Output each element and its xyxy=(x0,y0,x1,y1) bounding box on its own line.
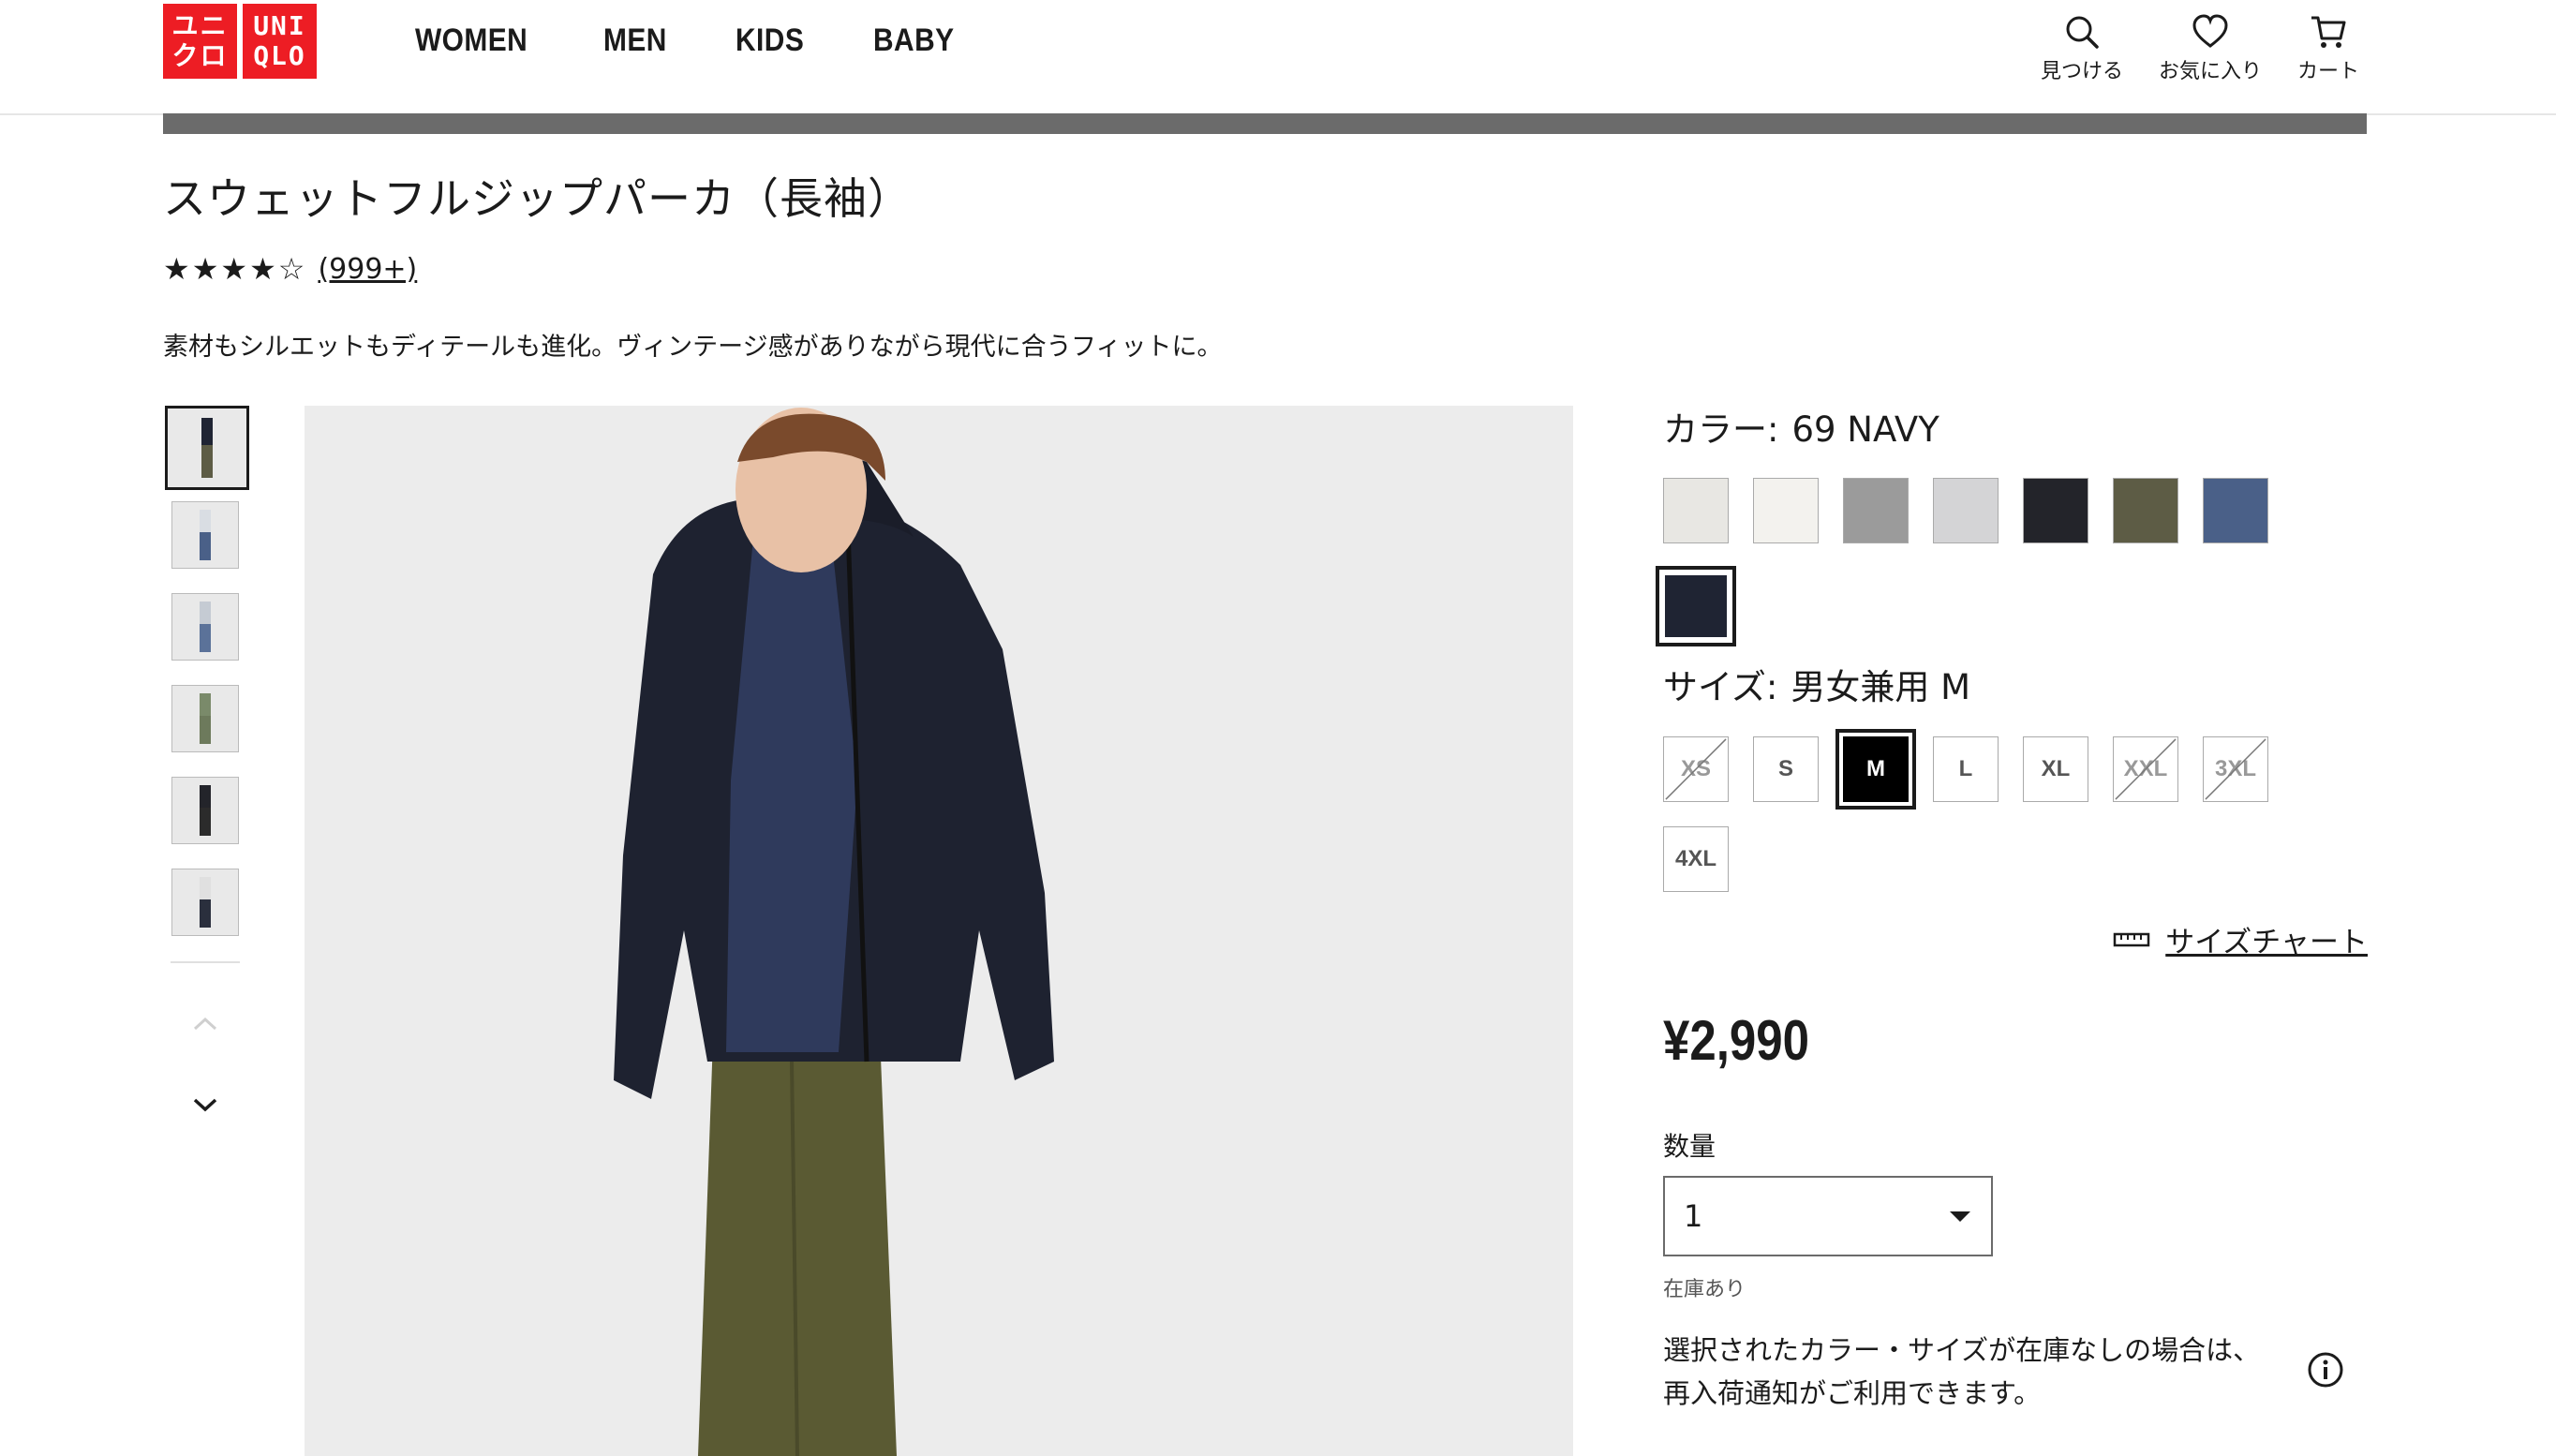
promo-banner[interactable] xyxy=(163,113,2367,134)
size-chart-link[interactable]: サイズチャート xyxy=(2113,918,2368,960)
product-rating: ★★★★☆ (999+) xyxy=(163,251,417,287)
size-option-list: XS S M L XL XXL 3XL 4XL xyxy=(1663,729,2338,892)
product-description: 素材もシルエットもディテールも進化。ヴィンテージ感がありながら現代に合うフィット… xyxy=(163,333,1223,362)
size-option-label: M xyxy=(1843,736,1909,802)
model-photo xyxy=(305,406,1573,1456)
chevron-down-icon[interactable] xyxy=(189,1094,221,1117)
logo-katakana: ユニ クロ xyxy=(163,4,237,79)
size-option[interactable]: M xyxy=(1835,729,1916,810)
header-tools: 見つける お気に入り カート xyxy=(2041,11,2359,84)
color-swatch-fill xyxy=(1665,575,1727,637)
color-swatch[interactable] xyxy=(1753,478,1819,543)
nav-kids[interactable]: KIDS xyxy=(736,22,804,59)
thumbnail[interactable] xyxy=(171,777,239,844)
size-option-label: S xyxy=(1777,756,1793,781)
color-swatch[interactable] xyxy=(2113,478,2178,543)
nav-women[interactable]: WOMEN xyxy=(415,22,528,59)
size-option[interactable]: 3XL xyxy=(2203,736,2268,802)
quantity-select[interactable]: 1 xyxy=(1663,1176,1993,1256)
site-header: ユニ クロ UNI QLO WOMEN MEN KIDS BABY 見つける お… xyxy=(0,0,2556,115)
thumbnail[interactable] xyxy=(171,685,239,752)
size-option[interactable]: S xyxy=(1753,736,1819,802)
thumbnail[interactable] xyxy=(171,593,239,661)
unavailable-slash xyxy=(2205,738,2266,800)
color-value: 69 NAVY xyxy=(1791,409,1939,450)
rating-stars: ★★★★☆ xyxy=(163,251,307,287)
restock-notice: 選択されたカラー・サイズが在庫なしの場合は、 再入荷通知がご利用できます。 xyxy=(1663,1334,2261,1409)
thumbnail[interactable] xyxy=(165,406,249,490)
quantity-label: 数量 xyxy=(1663,1131,1716,1162)
size-option[interactable]: XL xyxy=(2023,736,2088,802)
nav-baby[interactable]: BABY xyxy=(873,22,955,59)
color-swatch[interactable] xyxy=(1933,478,1999,543)
product-title: スウェットフルジップパーカ（長袖） xyxy=(163,173,912,224)
unavailable-slash xyxy=(1665,738,1727,800)
size-option-label: L xyxy=(1958,756,1973,781)
chevron-up-icon[interactable] xyxy=(189,1012,221,1034)
color-swatch[interactable] xyxy=(1656,566,1736,646)
size-option[interactable]: XXL xyxy=(2113,736,2178,802)
review-count-link[interactable]: (999+) xyxy=(318,253,417,286)
size-option-label: 4XL xyxy=(1674,846,1716,871)
search-label: 見つける xyxy=(2040,60,2123,83)
cart-label: カート xyxy=(2296,60,2359,83)
thumbnail-list xyxy=(163,406,249,960)
search-icon xyxy=(2066,16,2099,49)
nav-men[interactable]: MEN xyxy=(603,22,667,59)
color-swatch[interactable] xyxy=(2023,478,2088,543)
size-option[interactable]: L xyxy=(1933,736,1999,802)
color-swatch[interactable] xyxy=(1843,478,1909,543)
color-label: カラー: 69 NAVY xyxy=(1663,409,1939,450)
logo-latin: UNI QLO xyxy=(243,4,317,79)
size-option[interactable]: 4XL xyxy=(1663,826,1729,892)
thumbnail[interactable] xyxy=(171,501,239,569)
cart-icon xyxy=(2311,16,2346,48)
ruler-icon xyxy=(2113,932,2150,946)
cart-button[interactable]: カート xyxy=(2297,11,2359,84)
thumbnail[interactable] xyxy=(171,869,239,936)
main-nav: WOMEN MEN KIDS BABY xyxy=(415,22,965,59)
unavailable-slash xyxy=(2115,738,2177,800)
size-option-label: XL xyxy=(2041,756,2071,781)
info-icon[interactable] xyxy=(2307,1351,2344,1389)
product-price: ¥2,990 xyxy=(1663,1009,1809,1072)
uniqlo-logo[interactable]: ユニ クロ UNI QLO xyxy=(163,4,334,79)
caret-down-icon xyxy=(1950,1211,1970,1222)
size-value: 男女兼用 M xyxy=(1791,667,1971,707)
size-label: サイズ: 男女兼用 M xyxy=(1663,667,1971,707)
product-main-image[interactable] xyxy=(305,406,1573,1456)
favorites-button[interactable]: お気に入り xyxy=(2159,11,2262,84)
quantity-value: 1 xyxy=(1684,1198,1703,1234)
thumbnail-divider xyxy=(171,961,240,963)
favorites-label: お気に入り xyxy=(2158,60,2262,83)
search-button[interactable]: 見つける xyxy=(2041,11,2123,84)
size-option[interactable]: XS xyxy=(1663,736,1729,802)
color-swatch[interactable] xyxy=(2203,478,2268,543)
color-swatch-list xyxy=(1656,478,2338,646)
stock-status: 在庫あり xyxy=(1663,1278,1746,1301)
color-swatch[interactable] xyxy=(1663,478,1729,543)
heart-icon xyxy=(2192,14,2228,48)
